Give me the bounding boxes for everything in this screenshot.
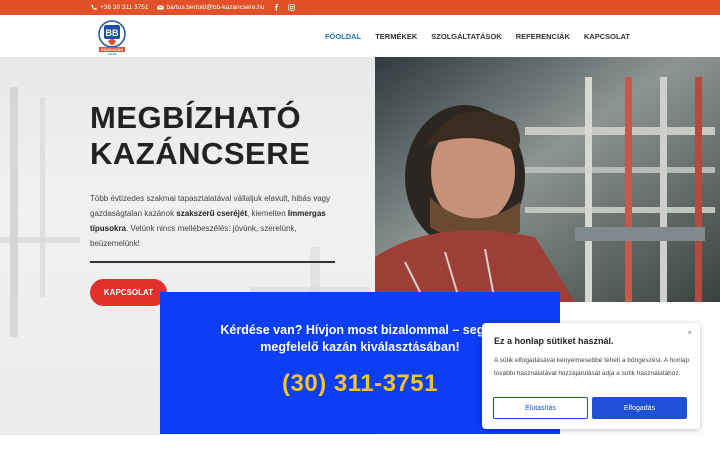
nav-item-contact[interactable]: KAPCSOLAT [584, 32, 630, 41]
instagram-icon[interactable] [287, 4, 295, 11]
hero-desc-bold1: szakszerű cseréjét [176, 209, 248, 218]
mail-icon [156, 5, 164, 10]
nav-item-services[interactable]: SZOLGÁLTATÁSOK [431, 32, 501, 41]
close-icon[interactable]: × [687, 328, 692, 337]
callout-line1: Kérdése van? Hívjon most bizalommal – se… [220, 323, 500, 337]
nav-item-home[interactable]: FŐOLDAL [325, 32, 361, 41]
company-logo[interactable]: BB GÁZKAZÁN CSERE [95, 19, 129, 55]
contact-button[interactable]: KAPCSOLAT [90, 279, 167, 306]
hero-title-line1: MEGBÍZHATÓ [90, 100, 302, 135]
phone-icon [91, 4, 97, 10]
svg-text:GÁZKAZÁN: GÁZKAZÁN [101, 47, 124, 52]
svg-text:CSERE: CSERE [108, 52, 117, 55]
email-text: bartus.bertold@bb-kazancsere.hu [166, 4, 265, 11]
phone-text: +36 30 311 3751 [100, 4, 149, 11]
accept-cookies-button[interactable]: Elfogadás [592, 397, 687, 419]
technician-photo [375, 57, 720, 302]
top-bar: +36 30 311 3751 bartus.bertold@bb-kazanc… [0, 0, 720, 15]
main-nav: FŐOLDAL TERMÉKEK SZOLGÁLTATÁSOK REFERENC… [325, 15, 630, 57]
nav-item-products[interactable]: TERMÉKEK [375, 32, 417, 41]
callout-line2: megfelelő kazán kiválasztásában! [260, 340, 460, 354]
email-contact[interactable]: bartus.bertold@bb-kazancsere.hu [156, 4, 265, 11]
hero-divider [90, 261, 335, 263]
phone-contact[interactable]: +36 30 311 3751 [90, 4, 149, 11]
site-header: BB GÁZKAZÁN CSERE FŐOLDAL TERMÉKEK SZOLG… [0, 15, 720, 57]
reject-cookies-button[interactable]: Elutasítás [493, 397, 588, 419]
facebook-icon[interactable] [273, 4, 280, 11]
hero-desc-part2: , kiemelten [247, 209, 288, 218]
hero-title: MEGBÍZHATÓ KAZÁNCSERE [90, 100, 310, 172]
hero-title-line2: KAZÁNCSERE [90, 136, 311, 171]
nav-item-references[interactable]: REFERENCIÁK [516, 32, 570, 41]
cookie-banner: × Ez a honlap sütiket használ. A sütik e… [482, 323, 700, 429]
cookie-text: A sütik elfogadásával kényelmesebbé tehe… [494, 357, 690, 377]
svg-text:BB: BB [106, 28, 119, 38]
hero-description: Több évtizedes szakmai tapasztalatával v… [90, 191, 345, 251]
cookie-title: Ez a honlap sütiket használ. [494, 336, 614, 346]
